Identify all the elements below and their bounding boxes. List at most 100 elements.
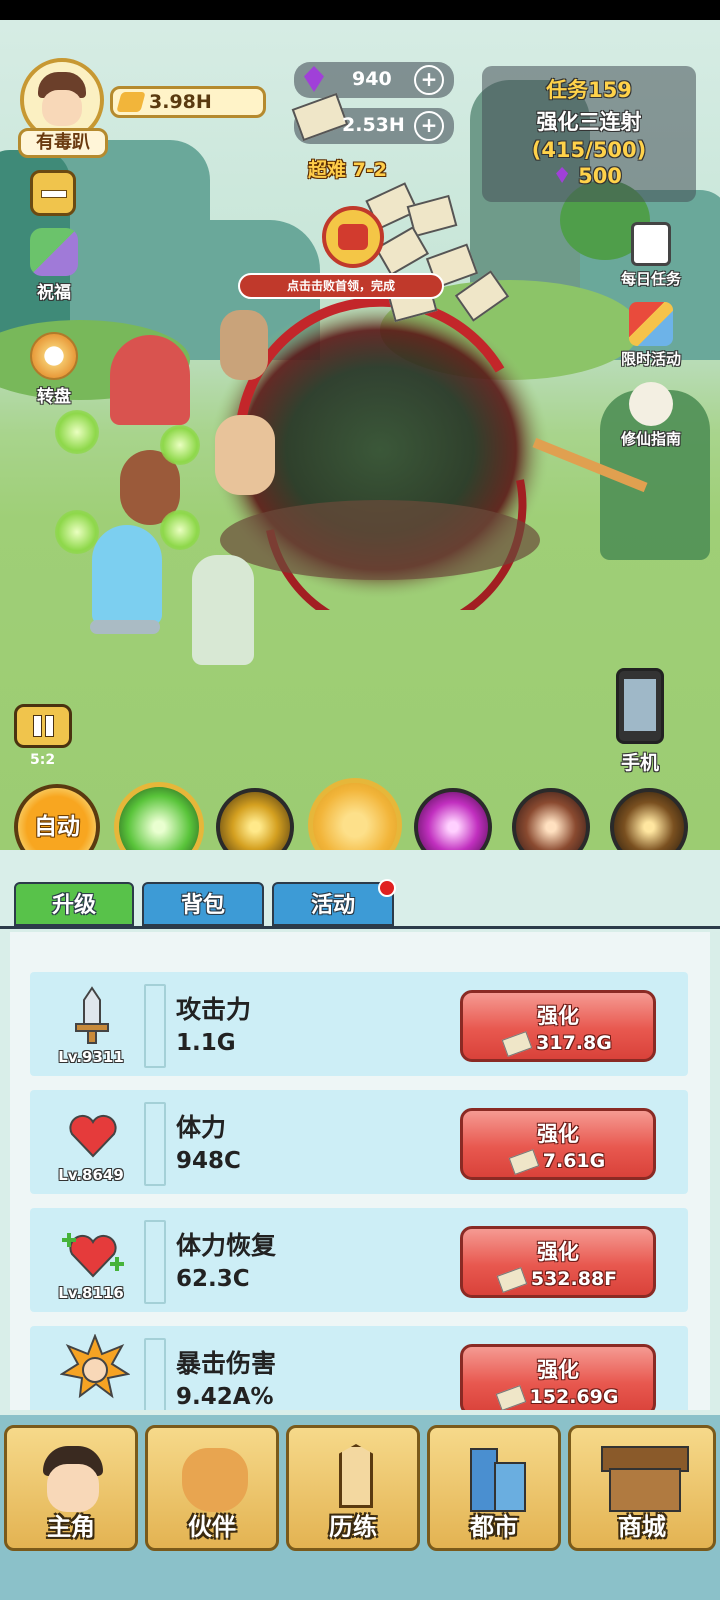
daily-task-label: 每日任务 <box>620 270 681 288</box>
gem-counter: 940 + <box>294 62 454 98</box>
blessing-icon <box>30 228 78 276</box>
gem-icon <box>556 167 569 183</box>
ally-knight <box>215 415 275 495</box>
power-icon <box>116 92 146 112</box>
tab-upgrade[interactable]: 升级 <box>14 882 134 926</box>
clipboard-icon <box>631 222 671 266</box>
stat-value: 9.42A% <box>176 1384 274 1410</box>
avatar-face <box>42 90 82 126</box>
phone-button[interactable]: 手机 <box>608 668 672 775</box>
cash-icon <box>496 1266 528 1293</box>
nav-shop[interactable]: 商城 <box>568 1425 716 1551</box>
nav-label: 伙伴 <box>188 1513 236 1541</box>
energy-orb <box>55 510 99 554</box>
upgrade-row-attack: Lv.9311 攻击力 1.1G 强化 317.8G <box>30 972 688 1076</box>
add-cash-button[interactable]: + <box>414 111 444 141</box>
energy-orb <box>160 425 200 465</box>
level-label: Lv.9311 <box>58 1048 124 1066</box>
cost-value: 532.88F <box>530 1268 618 1290</box>
nav-city[interactable]: 都市 <box>427 1425 561 1551</box>
upgrade-row-stamina: Lv.8649 体力 948C 强化 7.61G <box>30 1090 688 1194</box>
boss-hint[interactable]: 点击击败首领，完成 <box>238 273 444 299</box>
player-name: 有毒趴 <box>18 128 108 158</box>
fish <box>90 620 160 634</box>
gem-icon <box>304 66 324 92</box>
limited-event-button[interactable]: 限时活动 <box>608 302 694 369</box>
cat-icon <box>182 1448 248 1512</box>
ally-blue-hair-girl <box>92 525 162 625</box>
cultivation-guide-button[interactable]: 修仙指南 <box>608 382 694 449</box>
pause-icon <box>33 715 42 737</box>
stat-value: 1.1G <box>176 1030 236 1056</box>
nav-training[interactable]: 历练 <box>286 1425 420 1551</box>
sign-icon <box>339 1444 373 1508</box>
pause-button[interactable] <box>14 704 72 748</box>
cash-counter: 2.53H + <box>291 92 454 144</box>
level-label: Lv.8116 <box>58 1284 124 1302</box>
heart-icon <box>69 1114 117 1158</box>
task-progress: (415/500) <box>531 138 647 162</box>
blessing-button[interactable]: 祝福 <box>22 228 86 303</box>
ally-green-hair <box>192 555 254 665</box>
decor-pattern <box>144 1102 166 1186</box>
enhance-stamina-button[interactable]: 强化 7.61G <box>460 1108 656 1180</box>
collapse-button[interactable] <box>30 170 76 216</box>
phone-icon <box>616 668 664 744</box>
energy-orb <box>55 410 99 454</box>
enhance-label: 强化 <box>537 1358 579 1382</box>
enhance-crit-button[interactable]: 强化 152.69G <box>460 1344 656 1410</box>
building-icon <box>494 1462 526 1512</box>
nav-hero[interactable]: 主角 <box>4 1425 138 1551</box>
cash-icon <box>495 1384 526 1410</box>
tab-bag[interactable]: 背包 <box>142 882 264 926</box>
nav-partner[interactable]: 伙伴 <box>145 1425 279 1551</box>
stage-label: 超难 7-2 <box>308 159 387 181</box>
decor-pattern <box>144 984 166 1068</box>
enhance-label: 强化 <box>537 1122 579 1146</box>
shop-stall <box>609 1468 681 1512</box>
decor-pattern <box>144 1220 166 1304</box>
add-gems-button[interactable]: + <box>414 65 444 95</box>
decor-pattern <box>144 1338 166 1410</box>
cash-icon <box>501 1030 533 1057</box>
hero-red-hair <box>110 335 190 425</box>
task-panel[interactable]: 任务159 强化三连射 (415/500) 500 <box>482 66 696 202</box>
speed-label: 5:2 <box>30 752 56 768</box>
task-reward-value: 500 <box>578 164 622 188</box>
pause-icon <box>45 715 54 737</box>
wheel-button[interactable]: 转盘 <box>22 332 86 407</box>
cost-value: 317.8G <box>536 1032 612 1054</box>
stat-name: 体力 <box>176 1113 227 1142</box>
tab-activity[interactable]: 活动 <box>272 882 394 926</box>
wheel-label: 转盘 <box>37 387 71 407</box>
enhance-label: 强化 <box>537 1004 579 1028</box>
upgrade-row-regen: Lv.8116 体力恢复 62.3C 强化 532.88F <box>30 1208 688 1312</box>
blessing-label: 祝福 <box>37 283 71 303</box>
cultivation-guide-label: 修仙指南 <box>620 430 681 448</box>
nav-label: 主角 <box>47 1513 95 1541</box>
upgrade-list[interactable]: Lv.9311 攻击力 1.1G 强化 317.8G Lv.8649 体力 94… <box>10 932 710 1410</box>
power-bar: 3.98H <box>110 86 266 118</box>
boss-icon <box>338 224 368 250</box>
tab-divider <box>0 926 720 929</box>
nav-label: 历练 <box>329 1513 377 1541</box>
notification-dot <box>378 879 396 897</box>
daily-task-button[interactable]: 每日任务 <box>608 222 694 289</box>
enhance-attack-button[interactable]: 强化 317.8G <box>460 990 656 1062</box>
heart-plus-icon <box>62 1233 124 1278</box>
wheel-icon <box>30 332 78 380</box>
cost-value: 7.61G <box>542 1150 606 1172</box>
task-reward: 500 <box>482 164 696 188</box>
boss-button[interactable] <box>322 206 384 268</box>
task-title: 任务159 <box>546 78 632 102</box>
level-label: Lv.8649 <box>58 1166 124 1184</box>
stat-name: 暴击伤害 <box>176 1349 277 1378</box>
cash-value: 2.53H <box>342 114 405 136</box>
status-bar <box>0 0 720 20</box>
task-name: 强化三连射 <box>536 110 642 134</box>
enhance-regen-button[interactable]: 强化 532.88F <box>460 1226 656 1298</box>
ally-official <box>220 310 268 380</box>
energy-orb <box>160 510 200 550</box>
stat-name: 攻击力 <box>176 995 252 1024</box>
sword-icon <box>75 986 109 1044</box>
